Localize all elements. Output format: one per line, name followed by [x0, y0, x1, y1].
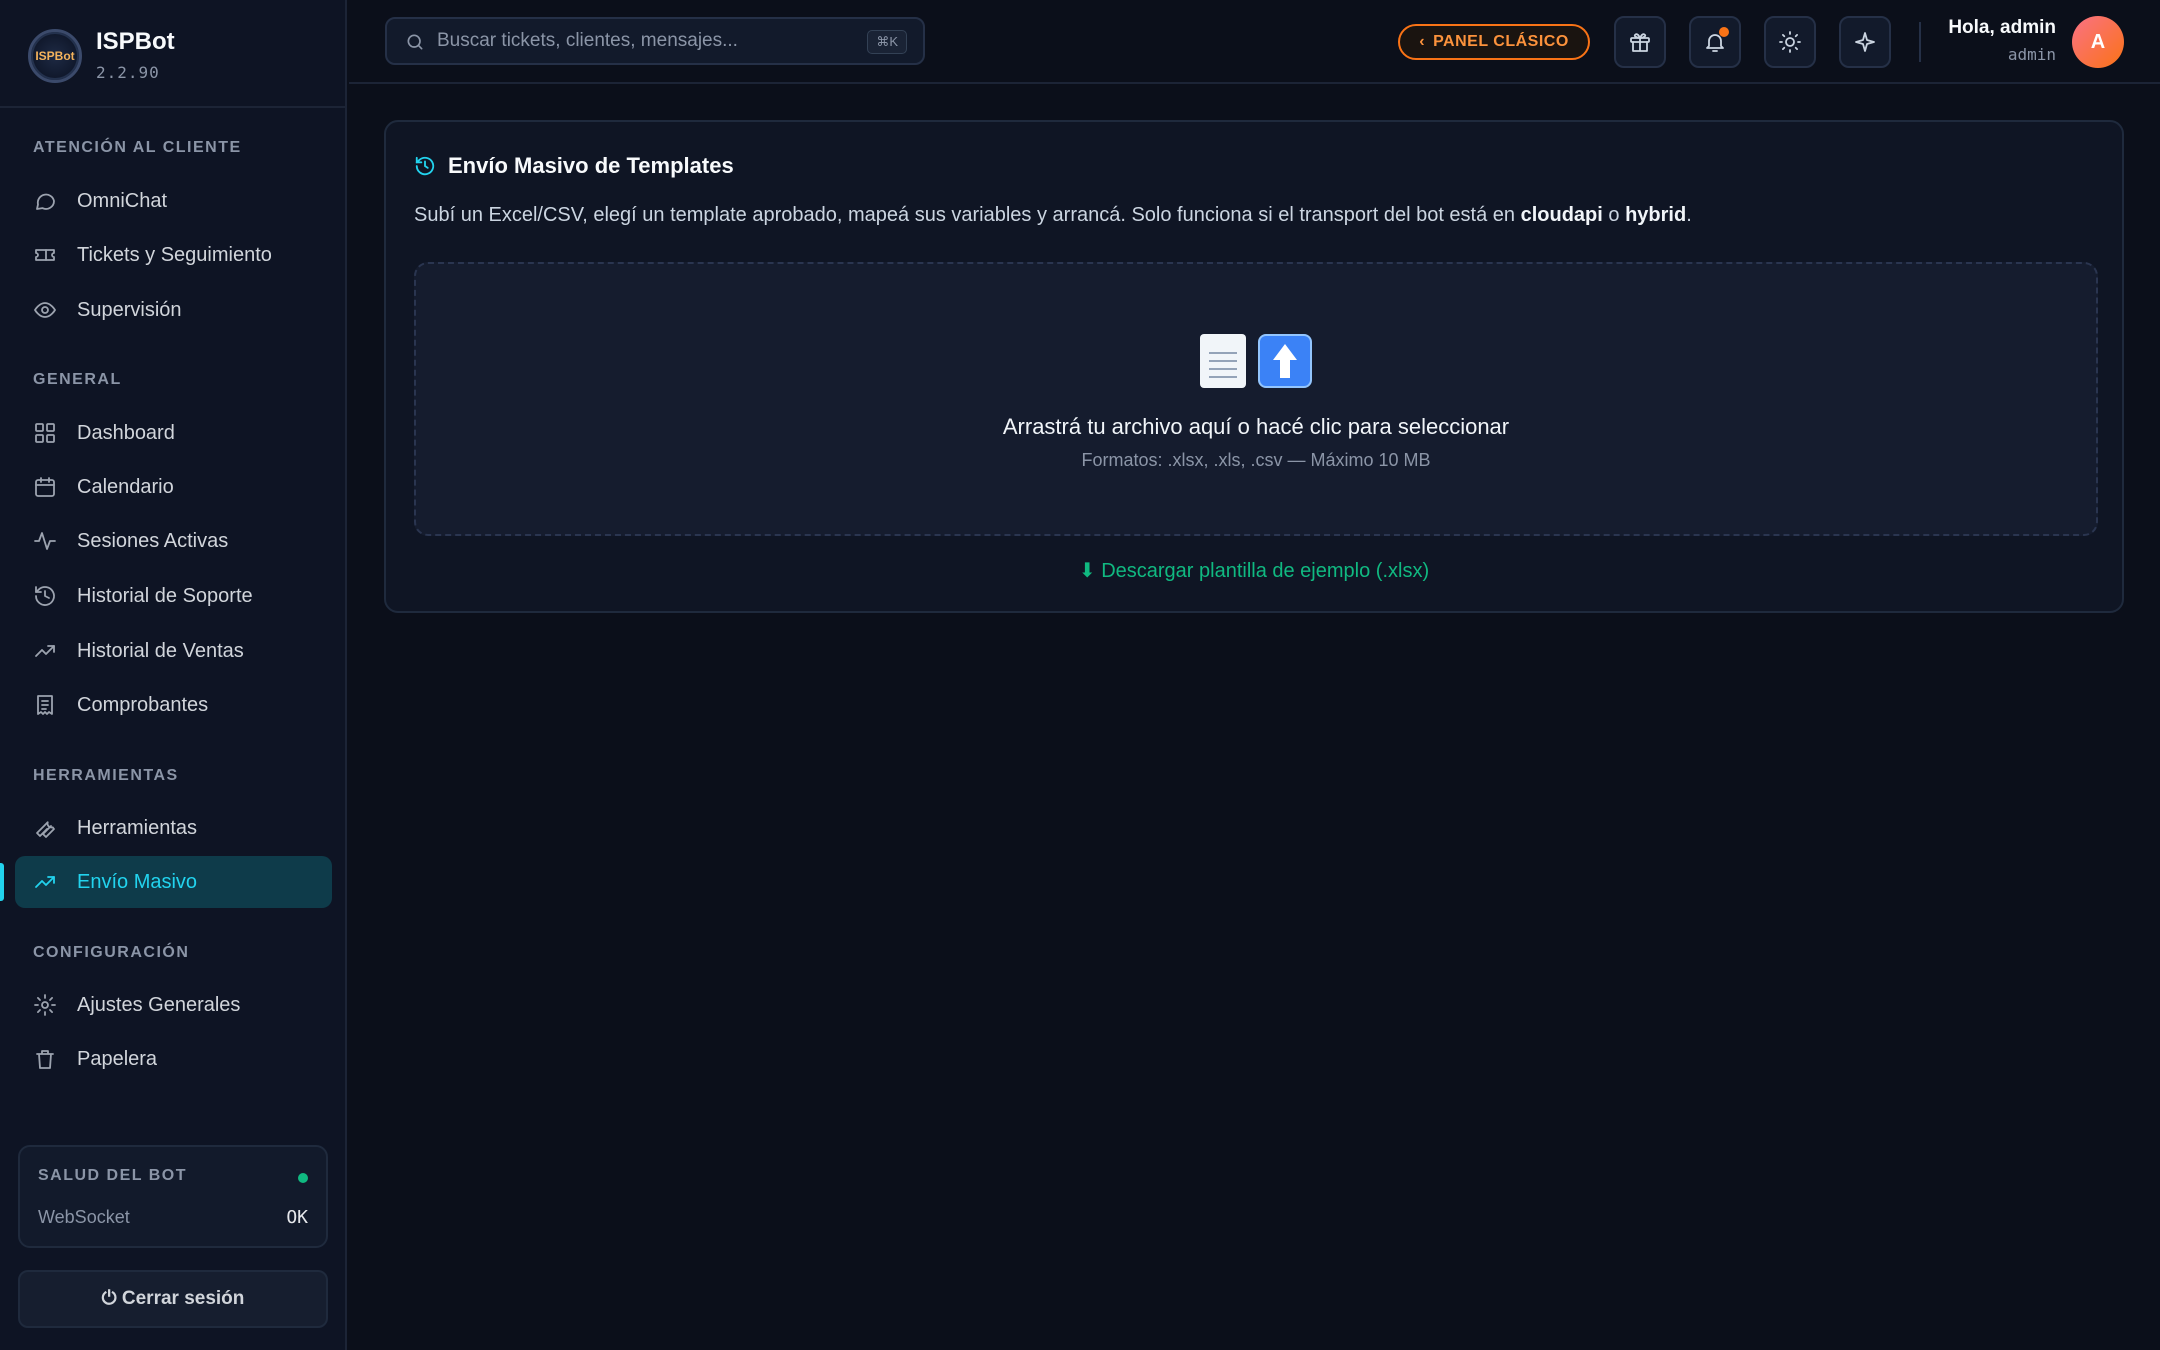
notifications-button[interactable]: [1689, 16, 1741, 68]
user-role: admin: [2007, 45, 2056, 64]
dropzone-main-text: Arrastrá tu archivo aquí o hacé clic par…: [1002, 414, 1510, 439]
sidebar-item-tickets[interactable]: Tickets y Seguimiento: [15, 229, 332, 281]
card-header: Envío Masivo de Templates: [414, 153, 734, 179]
user-greeting: Hola, admin: [1948, 17, 2056, 38]
search-input[interactable]: [437, 27, 837, 55]
clock-icon: [414, 155, 436, 177]
sidebar-item-label: Envío Masivo: [77, 870, 198, 893]
calendar-icon: [33, 475, 57, 499]
sidebar-item-dashboard[interactable]: Dashboard: [15, 407, 332, 459]
health-value: OK: [286, 1207, 308, 1228]
sidebar-item-label: Historial de Soporte: [77, 584, 253, 607]
brand-name: ISPBot: [96, 28, 175, 55]
sidebar-item-label: Historial de Ventas: [77, 639, 244, 662]
sidebar-item-historial-ventas[interactable]: Historial de Ventas: [15, 625, 332, 677]
health-title: SALUD DEL BOT: [38, 1167, 187, 1184]
section-title-general: GENERAL: [33, 371, 122, 388]
health-label: WebSocket: [38, 1207, 130, 1227]
logout-button[interactable]: ⏻ Cerrar sesión: [18, 1270, 328, 1328]
sidebar-item-calendario[interactable]: Calendario: [15, 461, 332, 513]
section-title-atencion: ATENCIÓN AL CLIENTE: [33, 139, 242, 156]
sidebar-item-sesiones[interactable]: Sesiones Activas: [15, 515, 332, 567]
gear-icon: [33, 993, 57, 1017]
description-hybrid: hybrid: [1625, 204, 1687, 226]
section-title-herramientas: HERRAMIENTAS: [33, 767, 179, 784]
trending-up-icon: [33, 870, 57, 894]
top-bar: ⌘K ‹ PANEL CLÁSICO Hola, admin admin A: [349, 0, 2160, 84]
description-text: Subí un Excel/CSV, elegí un template apr…: [414, 204, 1521, 226]
eye-icon: [33, 298, 57, 322]
sidebar-item-supervision[interactable]: Supervisión: [15, 284, 332, 336]
search-icon: [405, 32, 425, 52]
dropzone-formats-text: Formatos: .xlsx, .xls, .csv — Máximo 10 …: [1081, 450, 1431, 470]
page-title: Envío Masivo de Templates: [448, 153, 734, 178]
gift-button[interactable]: [1614, 16, 1666, 68]
active-indicator: [0, 863, 4, 901]
sparkle-icon: [1855, 32, 1875, 52]
sidebar: ISPBot ISPBot 2.2.90 ATENCIÓN AL CLIENTE…: [0, 0, 347, 1350]
grid-icon: [33, 421, 57, 445]
download-template-link[interactable]: ⬇ Descargar plantilla de ejemplo (.xlsx): [386, 558, 2122, 583]
ai-sparkle-button[interactable]: [1839, 16, 1891, 68]
brand-header: ISPBot ISPBot 2.2.90: [0, 0, 345, 108]
sidebar-item-label: Calendario: [77, 475, 174, 498]
page-description: Subí un Excel/CSV, elegí un template apr…: [414, 204, 1692, 227]
history-icon: [33, 584, 57, 608]
trash-icon: [33, 1047, 57, 1071]
brand-version: 2.2.90: [96, 63, 160, 82]
avatar[interactable]: A: [2072, 16, 2124, 68]
description-text-mid: o: [1602, 204, 1626, 226]
bulk-send-card: Envío Masivo de Templates Subí un Excel/…: [384, 120, 2124, 613]
search-box[interactable]: ⌘K: [385, 17, 925, 65]
classic-panel-label: PANEL CLÁSICO: [1433, 33, 1569, 50]
sidebar-item-label: Dashboard: [77, 421, 175, 444]
receipt-icon: [33, 693, 57, 717]
section-title-configuracion: CONFIGURACIÓN: [33, 944, 190, 961]
sidebar-item-label: Comprobantes: [77, 693, 209, 716]
sidebar-item-label: Tickets y Seguimiento: [77, 243, 272, 266]
search-shortcut: ⌘K: [867, 30, 907, 54]
gift-icon: [1630, 33, 1650, 52]
sidebar-item-label: Sesiones Activas: [77, 529, 229, 552]
sidebar-item-label: Herramientas: [77, 816, 198, 839]
description-cloudapi: cloudapi: [1520, 204, 1603, 226]
description-text-end: .: [1686, 204, 1692, 226]
chat-bubble-icon: [33, 189, 57, 213]
ticket-icon: [33, 243, 57, 267]
activity-icon: [33, 529, 57, 553]
brand-logo-text: ISPBot: [35, 49, 75, 63]
brand-logo[interactable]: ISPBot: [28, 29, 82, 83]
wrench-icon: [33, 816, 57, 840]
sidebar-item-herramientas[interactable]: Herramientas: [15, 802, 332, 854]
sidebar-item-label: Ajustes Generales: [77, 993, 241, 1016]
sidebar-item-label: Papelera: [77, 1047, 158, 1070]
upload-illustration: [416, 330, 2096, 389]
sidebar-item-historial-soporte[interactable]: Historial de Soporte: [15, 570, 332, 622]
sidebar-item-envio-masivo[interactable]: Envío Masivo: [15, 856, 332, 908]
notification-dot: [1719, 27, 1729, 37]
sidebar-item-ajustes[interactable]: Ajustes Generales: [15, 979, 332, 1031]
theme-toggle-button[interactable]: [1764, 16, 1816, 68]
header-divider: [1919, 22, 1921, 62]
sidebar-item-comprobantes[interactable]: Comprobantes: [15, 679, 332, 731]
document-icon: [1200, 334, 1246, 389]
sidebar-item-omnichat[interactable]: OmniChat: [15, 175, 332, 227]
sun-icon: [1779, 31, 1801, 53]
upload-arrow-icon: [1258, 334, 1312, 389]
bot-health-card: SALUD DEL BOT WebSocket OK: [18, 1145, 328, 1248]
trending-up-icon: [33, 639, 57, 663]
health-status-dot: [298, 1173, 308, 1183]
sidebar-item-papelera[interactable]: Papelera: [15, 1033, 332, 1085]
chevron-left-icon: ‹: [1419, 33, 1426, 50]
classic-panel-button[interactable]: ‹ PANEL CLÁSICO: [1398, 24, 1590, 60]
sidebar-item-label: OmniChat: [77, 189, 168, 212]
file-dropzone[interactable]: Arrastrá tu archivo aquí o hacé clic par…: [414, 262, 2098, 536]
sidebar-item-label: Supervisión: [77, 298, 182, 321]
